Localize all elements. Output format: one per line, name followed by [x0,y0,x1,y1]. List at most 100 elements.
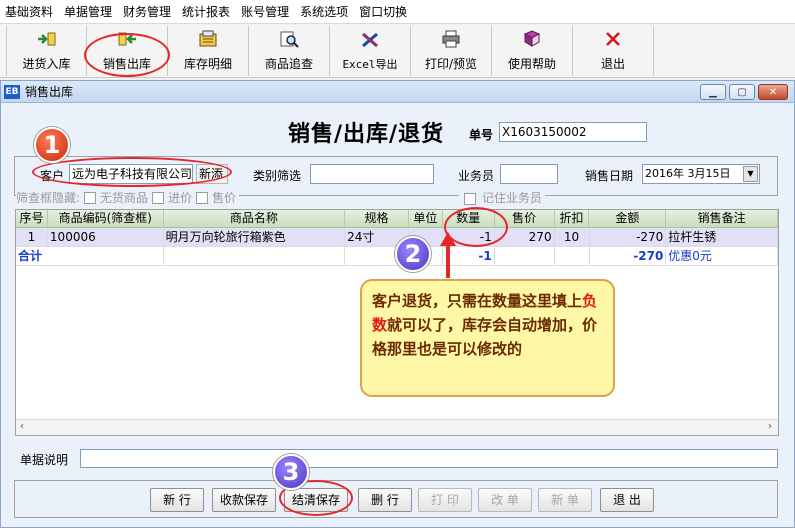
col-code[interactable]: 商品编码(筛查框) [48,210,164,227]
cell-no[interactable]: 1 [16,228,48,246]
memo-label: 单据说明 [20,453,69,467]
tool-trace-button[interactable]: 商品追查 [249,26,330,76]
tool-label: 使用帮助 [507,57,556,71]
tool-label: 商品追查 [264,57,313,71]
col-price[interactable]: 售价 [495,210,555,227]
tool-print-preview-button[interactable]: 打印/预览 [411,26,492,76]
step-badge-1: 1 [34,127,70,163]
salesman-label: 业务员 [458,169,495,183]
no-stock-checkbox[interactable] [84,191,97,204]
remember-salesman-checkbox[interactable] [464,192,476,205]
col-name[interactable]: 商品名称 [164,210,346,227]
date-label: 销售日期 [585,169,634,183]
col-discount[interactable]: 折扣 [555,210,590,227]
export-arrow-icon [116,29,138,49]
sale-price-checkbox[interactable] [196,191,209,204]
minimize-icon[interactable]: ▁ [700,84,726,100]
col-amount[interactable]: 金额 [589,210,667,227]
exit-x-icon [602,29,624,49]
cell-code[interactable]: 100006 [48,228,164,246]
remember-salesman-option: 记住业务员 [459,189,545,206]
tool-excel-export-button[interactable]: Excel导出 [330,26,411,76]
cell-price[interactable]: 270 [495,228,555,246]
pointer-arrow-icon [440,232,456,278]
delete-row-button[interactable]: 删 行 [358,488,412,512]
col-spec[interactable]: 规格 [345,210,409,227]
total-blank [495,247,555,265]
salesman-field[interactable] [500,164,558,184]
tool-exit-button[interactable]: 退出 [573,26,654,76]
hide-options-label: 筛查框隐藏: [16,191,81,205]
tool-label: Excel导出 [342,58,398,71]
col-unit[interactable]: 单位 [409,210,443,227]
maximize-icon[interactable]: ▢ [729,84,755,100]
remember-salesman-label: 记住业务员 [481,191,542,205]
tool-help-button[interactable]: 使用帮助 [492,26,573,76]
toolbar: 进货入库 销售出库 库存明细 商品追查 Excel导出 打印/预览 使用帮助 退… [0,25,795,78]
window-title: 销售出库 [25,85,74,99]
docno-field[interactable]: X1603150002 [499,122,647,142]
tool-label: 库存明细 [183,57,232,71]
cell-name[interactable]: 明月万向轮旅行箱紫色 [164,228,346,246]
sale-date-value: 2016年 3月15日 [645,167,731,180]
tool-label: 打印/预览 [424,57,478,71]
exit-button[interactable]: 退 出 [600,488,654,512]
scroll-left-icon[interactable]: ‹ [20,421,24,432]
tool-inventory-button[interactable]: 库存明细 [168,26,249,76]
close-icon[interactable]: ✕ [758,84,788,100]
tool-purchase-in-button[interactable]: 进货入库 [6,26,87,76]
total-label: 合计 [16,247,164,265]
cell-amount[interactable]: -270 [590,228,667,246]
total-blank [555,247,590,265]
inventory-icon [197,29,219,49]
printer-icon [440,29,462,49]
docno-label: 单号 [469,128,494,142]
category-label: 类别筛选 [253,169,302,183]
menu-reports[interactable]: 统计报表 [177,0,236,24]
menu-accounts[interactable]: 账号管理 [236,0,295,24]
chevron-down-icon[interactable]: ▼ [743,166,758,182]
menu-finance[interactable]: 财务管理 [118,0,177,24]
sale-price-label: 售价 [212,191,237,205]
col-qty[interactable]: 数量 [443,210,495,227]
app-logo-icon: EB [4,84,20,99]
memo-field[interactable] [80,449,778,468]
cell-discount[interactable]: 10 [555,228,590,246]
total-blank [164,247,346,265]
menu-documents[interactable]: 单据管理 [59,0,118,24]
edit-doc-button[interactable]: 改 单 [478,488,532,512]
page-title: 销售/出库/退货 [288,121,445,147]
callout-text-2: 就可以了，库存会自动增加，价格那里也是可以修改的 [372,316,598,358]
menu-window-switch[interactable]: 窗口切换 [354,0,413,24]
menubar: 基础资料 单据管理 财务管理 统计报表 账号管理 系统选项 窗口切换 [0,0,795,24]
window-titlebar: EB 销售出库 ▁ ▢ ✕ [1,81,794,103]
col-remark[interactable]: 销售备注 [666,210,778,227]
step-badge-2: 2 [395,236,431,272]
new-row-button[interactable]: 新 行 [150,488,204,512]
print-button[interactable]: 打 印 [418,488,472,512]
purchase-price-checkbox[interactable] [152,191,165,204]
sale-date-picker[interactable]: 2016年 3月15日 ▼ [642,164,760,184]
customer-field[interactable]: 远为电子科技有限公司 [69,164,193,184]
magnifier-icon [278,29,300,49]
tool-label: 销售出库 [102,57,151,71]
customer-label: 客户 [40,169,65,183]
receive-save-button[interactable]: 收款保存 [212,488,276,512]
menu-basic-data[interactable]: 基础资料 [0,0,59,24]
purchase-price-label: 进价 [168,191,193,205]
cell-remark[interactable]: 拉杆生锈 [666,228,778,246]
scroll-right-icon[interactable]: › [768,421,772,432]
settle-save-button[interactable]: 结清保存 [284,488,348,512]
col-no[interactable]: 序号 [16,210,48,227]
menu-system-options[interactable]: 系统选项 [295,0,354,24]
category-filter-field[interactable] [310,164,434,184]
import-arrow-icon [36,29,58,49]
help-book-icon [521,29,543,49]
tool-sales-out-button[interactable]: 销售出库 [87,26,168,76]
tool-label: 退出 [600,57,625,71]
new-doc-button[interactable]: 新 单 [538,488,592,512]
grid-header: 序号 商品编码(筛查框) 商品名称 规格 单位 数量 售价 折扣 金额 销售备注 [16,210,778,228]
new-customer-button[interactable]: 新添 [196,164,228,184]
horizontal-scrollbar[interactable]: ‹ › [16,419,778,435]
step-badge-3: 3 [273,454,309,490]
